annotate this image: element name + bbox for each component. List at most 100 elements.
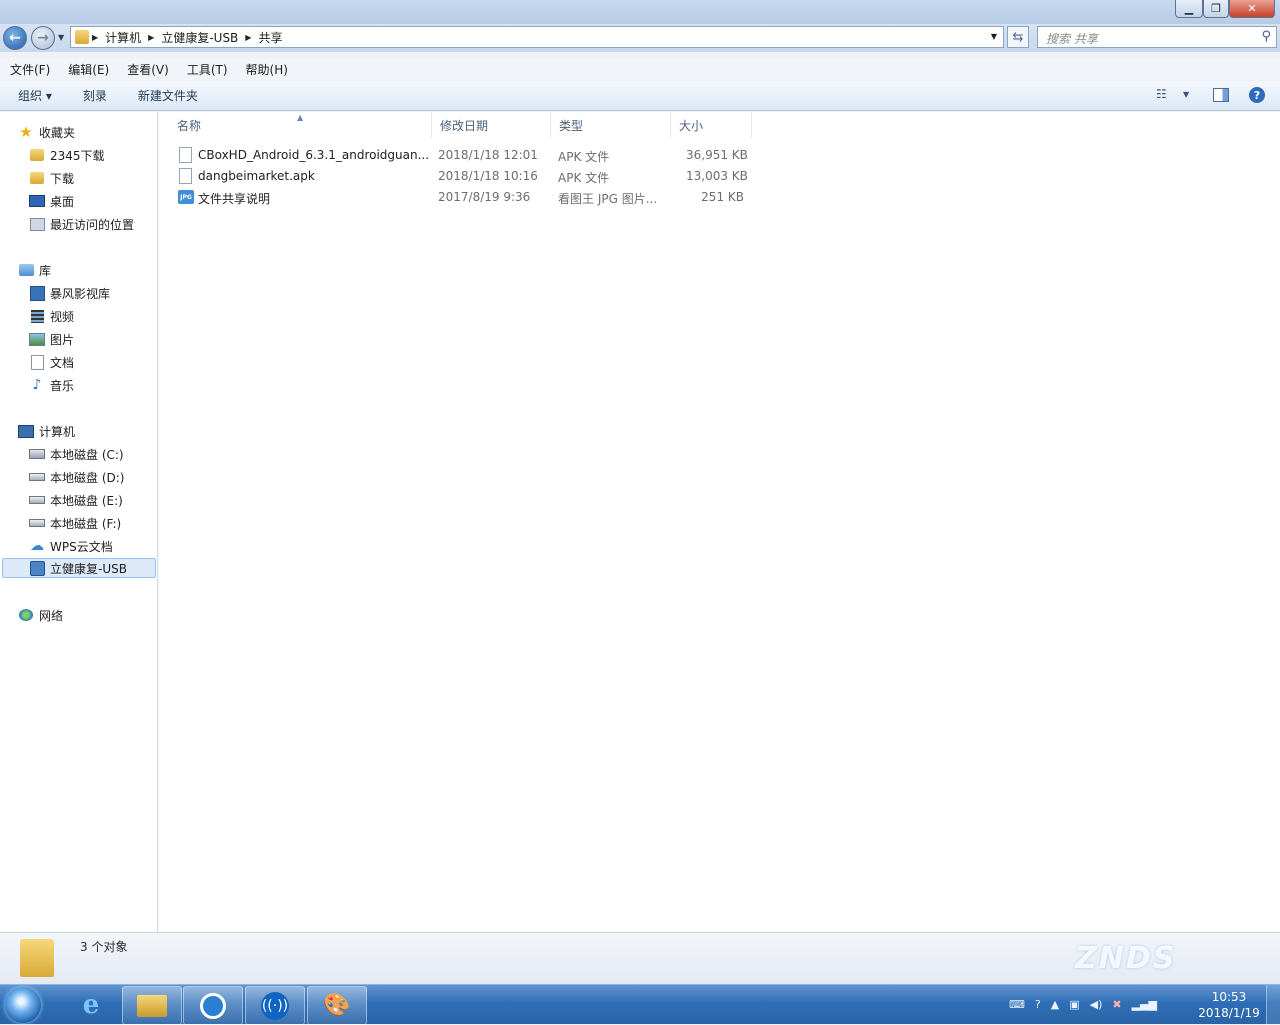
taskbar-browser-button[interactable] bbox=[183, 986, 243, 1025]
search-input[interactable]: 搜索 共享 ⚲ bbox=[1037, 26, 1277, 48]
network-status-icon[interactable]: ✖ bbox=[1112, 998, 1121, 1011]
show-desktop-button[interactable] bbox=[1266, 985, 1280, 1025]
file-modified: 2017/8/19 9:36 bbox=[438, 190, 531, 204]
nav-item-pictures[interactable]: 图片 bbox=[29, 329, 74, 349]
help-icon[interactable]: ? bbox=[1249, 87, 1265, 103]
new-folder-button[interactable]: 新建文件夹 bbox=[120, 87, 211, 104]
file-name: 文件共享说明 bbox=[198, 192, 271, 206]
forward-button[interactable]: → bbox=[31, 26, 55, 50]
nav-item-drive-f[interactable]: 本地磁盘 (F:) bbox=[29, 513, 121, 533]
window-title-bar[interactable]: ▁ ❐ ✕ bbox=[0, 0, 1280, 24]
file-size: 13,003 KB bbox=[686, 169, 748, 183]
tray-expand-icon[interactable]: ▲ bbox=[1051, 998, 1059, 1011]
menu-tools[interactable]: 工具(T) bbox=[177, 61, 236, 78]
nav-item-recent-places[interactable]: 最近访问的位置 bbox=[29, 214, 134, 234]
nav-item-desktop[interactable]: 桌面 bbox=[29, 191, 74, 211]
nav-item-downloads[interactable]: 下载 bbox=[29, 168, 74, 188]
refresh-button[interactable]: ⇆ bbox=[1007, 26, 1029, 48]
nav-item-documents[interactable]: 文档 bbox=[29, 352, 74, 372]
column-header-label: 修改日期 bbox=[440, 118, 489, 133]
device-icon[interactable]: ▣ bbox=[1069, 998, 1079, 1011]
nav-computer[interactable]: 计算机 bbox=[18, 421, 75, 441]
media-library-icon bbox=[29, 285, 45, 301]
breadcrumb-separator-icon[interactable]: ▶ bbox=[245, 33, 251, 42]
taskbar-explorer-button[interactable] bbox=[122, 986, 182, 1025]
maximize-button[interactable]: ❐ bbox=[1203, 0, 1229, 18]
signal-bars-icon[interactable]: ▂▄▆ bbox=[1132, 998, 1157, 1011]
column-header-modified[interactable]: 修改日期 bbox=[432, 112, 551, 138]
documents-library-icon bbox=[29, 354, 45, 370]
nav-item-drive-c[interactable]: 本地磁盘 (C:) bbox=[29, 444, 124, 464]
close-icon: ✕ bbox=[1247, 2, 1257, 15]
taskbar-paint-button[interactable]: 🎨 bbox=[307, 986, 367, 1025]
downloads-folder-icon bbox=[29, 170, 45, 186]
nav-item-drive-e[interactable]: 本地磁盘 (E:) bbox=[29, 490, 123, 510]
taskbar-wifi-app-button[interactable]: ((·)) bbox=[245, 986, 305, 1025]
usb-drive-icon bbox=[29, 560, 45, 576]
nav-item-label: 文档 bbox=[50, 355, 75, 370]
close-button[interactable]: ✕ bbox=[1229, 0, 1275, 18]
nav-favorites[interactable]: ★ 收藏夹 bbox=[18, 122, 75, 142]
minimize-button[interactable]: ▁ bbox=[1175, 0, 1203, 18]
nav-item-usb-drive[interactable]: 立健康复-USB bbox=[2, 558, 156, 578]
breadcrumb-shared-folder[interactable]: 共享 bbox=[258, 29, 282, 46]
file-row[interactable]: JPG 文件共享说明 2017/8/19 9:36 看图王 JPG 图片... … bbox=[159, 187, 779, 207]
folder-icon bbox=[20, 939, 54, 977]
burn-button[interactable]: 刻录 bbox=[65, 87, 120, 104]
nav-item-videos[interactable]: 视频 bbox=[29, 306, 74, 326]
start-button[interactable] bbox=[5, 987, 41, 1023]
change-view-icon[interactable]: ☷ bbox=[1156, 87, 1167, 101]
file-name: dangbeimarket.apk bbox=[198, 169, 315, 183]
nav-libraries[interactable]: 库 bbox=[18, 260, 51, 280]
menu-bar: 文件(F) 编辑(E) 查看(V) 工具(T) 帮助(H) bbox=[0, 58, 1280, 80]
preview-pane-icon[interactable] bbox=[1213, 88, 1229, 102]
menu-edit[interactable]: 编辑(E) bbox=[58, 61, 117, 78]
jpg-file-icon: JPG bbox=[178, 190, 194, 204]
nav-item-music[interactable]: ♪ 音乐 bbox=[29, 375, 74, 395]
nav-item-2345-downloads[interactable]: 2345下载 bbox=[29, 145, 105, 165]
organize-button[interactable]: 组织 ▾ bbox=[0, 87, 65, 104]
nav-item-baofeng-library[interactable]: 暴风影视库 bbox=[29, 283, 110, 303]
column-header-type[interactable]: 类型 bbox=[551, 112, 671, 138]
taskbar-clock[interactable]: 10:53 2018/1/19 bbox=[1196, 989, 1262, 1021]
wifi-icon: ((·)) bbox=[261, 991, 289, 1020]
breadcrumb-usb-drive[interactable]: 立健康复-USB bbox=[161, 29, 238, 46]
help-tray-icon[interactable]: ? bbox=[1035, 998, 1041, 1011]
volume-icon[interactable]: ◀) bbox=[1090, 998, 1103, 1011]
file-size: 251 KB bbox=[701, 190, 744, 204]
nav-item-label: 桌面 bbox=[50, 194, 75, 209]
system-drive-icon bbox=[29, 446, 45, 462]
command-bar: 组织 ▾ 刻录 新建文件夹 bbox=[0, 81, 1280, 111]
address-history-dropdown-icon[interactable]: ▼ bbox=[991, 32, 997, 41]
nav-network[interactable]: 网络 bbox=[18, 605, 63, 625]
keyboard-icon[interactable]: ⌨ bbox=[1009, 998, 1025, 1011]
file-type: APK 文件 bbox=[558, 171, 610, 185]
nav-item-label: 下载 bbox=[50, 171, 75, 186]
nav-favorites-label: 收藏夹 bbox=[39, 125, 76, 140]
system-tray: ⌨ ? ▲ ▣ ◀) ✖ ▂▄▆ bbox=[1004, 989, 1162, 1019]
nav-item-label: 立健康复-USB bbox=[50, 561, 127, 576]
menu-help[interactable]: 帮助(H) bbox=[236, 61, 296, 78]
nav-item-label: 本地磁盘 (E:) bbox=[50, 493, 123, 508]
view-options-dropdown-icon[interactable]: ▼ bbox=[1183, 90, 1189, 99]
file-row[interactable]: CBoxHD_Android_6.3.1_androidguan... 2018… bbox=[159, 145, 779, 165]
nav-item-drive-d[interactable]: 本地磁盘 (D:) bbox=[29, 467, 124, 487]
taskbar-ie-button[interactable]: e bbox=[62, 986, 120, 1023]
nav-item-wps-cloud[interactable]: ☁ WPS云文档 bbox=[29, 536, 113, 556]
breadcrumb-separator-icon[interactable]: ▶ bbox=[92, 33, 98, 42]
menu-view[interactable]: 查看(V) bbox=[117, 61, 177, 78]
back-button[interactable]: ← bbox=[3, 26, 27, 50]
address-bar[interactable]: ▶ 计算机 ▶ 立健康复-USB ▶ 共享 ▼ bbox=[70, 26, 1004, 48]
breadcrumb-computer[interactable]: 计算机 bbox=[105, 29, 141, 46]
star-icon: ★ bbox=[19, 123, 33, 141]
recent-pages-dropdown-icon[interactable]: ▼ bbox=[58, 33, 64, 42]
search-icon[interactable]: ⚲ bbox=[1261, 29, 1271, 44]
taskbar: e ((·)) 🎨 ⌨ ? ▲ ▣ ◀) ✖ ▂▄▆ 10:53 2018/1/… bbox=[0, 984, 1280, 1025]
breadcrumb-separator-icon[interactable]: ▶ bbox=[148, 33, 154, 42]
file-row[interactable]: dangbeimarket.apk 2018/1/18 10:16 APK 文件… bbox=[159, 166, 779, 186]
menu-file[interactable]: 文件(F) bbox=[0, 61, 58, 78]
file-type: 看图王 JPG 图片... bbox=[558, 192, 658, 206]
music-note-icon: ♪ bbox=[32, 377, 42, 393]
column-header-size[interactable]: 大小 bbox=[671, 112, 752, 138]
hard-drive-icon bbox=[29, 515, 45, 531]
